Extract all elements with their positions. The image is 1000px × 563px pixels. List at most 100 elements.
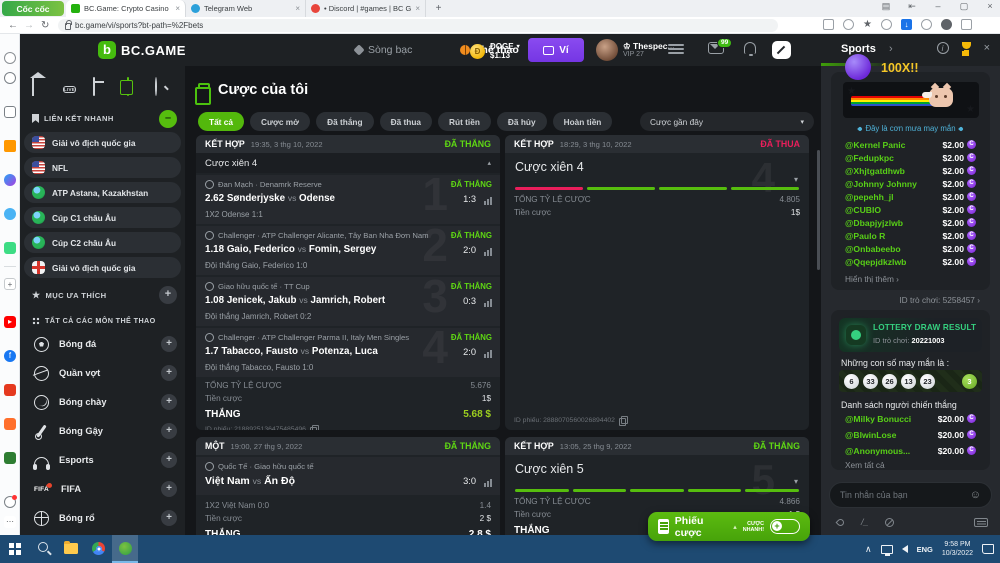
brand-name[interactable]: BC.GAME xyxy=(121,43,186,58)
quick-link-item[interactable]: Giải vô địch quốc gia xyxy=(24,257,181,278)
expand-button[interactable] xyxy=(161,394,177,410)
stats-icon[interactable] xyxy=(484,350,492,358)
app-icon-red[interactable] xyxy=(4,384,16,396)
expand-icon[interactable] xyxy=(794,477,798,486)
copy-icon[interactable] xyxy=(619,416,627,425)
bcgame-logo-icon[interactable]: b xyxy=(98,41,116,59)
lottery-winner-row[interactable]: @BIwinLose$20.00C xyxy=(845,428,976,441)
profile-avatar-icon[interactable] xyxy=(941,19,952,30)
filter-won[interactable]: Đã thắng xyxy=(316,112,374,131)
combo-row[interactable]: Cược xiên 4 xyxy=(196,153,500,173)
lock-icon[interactable] xyxy=(65,23,71,30)
wallet-button[interactable]: Ví xyxy=(528,38,584,62)
share-icon[interactable] xyxy=(843,19,854,30)
quick-link-item[interactable]: ATP Astana, Kazakhstan xyxy=(24,182,181,203)
settings-gear-icon[interactable] xyxy=(4,52,16,64)
live-icon[interactable]: LIVE xyxy=(63,86,76,93)
notifications-bell-icon[interactable] xyxy=(4,496,16,508)
download-extension-icon[interactable]: ↓ xyxy=(901,19,912,30)
chat-message-field[interactable] xyxy=(840,490,960,500)
quick-bet-toggle[interactable] xyxy=(770,519,800,534)
send-to-device-icon[interactable] xyxy=(906,1,918,12)
my-bets-icon[interactable] xyxy=(127,77,129,96)
tab-discord[interactable]: • Discord | #games | BC G xyxy=(306,0,426,17)
lottery-winner-row[interactable]: @Anonymous...$20.00C xyxy=(845,444,976,457)
home-icon[interactable] xyxy=(32,78,34,96)
crown-icon[interactable] xyxy=(4,140,16,152)
sidebar-item-tennis[interactable]: Quần vợt xyxy=(20,361,185,385)
add-favorite-button[interactable] xyxy=(159,286,177,304)
copy-icon[interactable] xyxy=(310,425,318,430)
refresh-button[interactable] xyxy=(41,19,49,32)
coccoc-taskbar-icon[interactable] xyxy=(112,535,138,563)
tab-bcgame[interactable]: BC.Game: Crypto Casino Gan xyxy=(66,0,186,17)
chat-to-earn-icon[interactable] xyxy=(772,41,791,59)
collapse-quick-links-button[interactable] xyxy=(159,110,177,128)
currency-selector[interactable]: Đ DOGE $1.13 xyxy=(470,42,520,60)
maximize-button[interactable] xyxy=(958,1,970,12)
quick-link-item[interactable]: Cúp C1 châu Âu xyxy=(24,207,181,228)
chevron-right-icon[interactable] xyxy=(889,43,893,55)
quick-link-item[interactable]: Giải vô địch quốc gia xyxy=(24,132,181,153)
sort-dropdown[interactable]: Cược gần đây xyxy=(640,112,814,131)
quick-link-item[interactable]: NFL xyxy=(24,157,181,178)
newsfeed-icon[interactable] xyxy=(4,106,16,118)
emoji-icon[interactable] xyxy=(970,489,981,501)
search-icon[interactable] xyxy=(155,77,157,96)
lottery-result-card[interactable]: LOTTERY DRAW RESULT ID trò chơi: 2022100… xyxy=(839,318,982,352)
action-center-icon[interactable] xyxy=(982,544,994,554)
shopping-icon[interactable] xyxy=(4,418,16,430)
rules-icon[interactable] xyxy=(885,518,894,527)
expand-button[interactable] xyxy=(161,481,177,497)
tab-telegram[interactable]: Telegram Web xyxy=(186,0,306,17)
stats-icon[interactable] xyxy=(484,299,492,307)
bet-slip-button[interactable]: Phiếu cược CƯỢCNHANH! xyxy=(648,512,810,541)
keyboard-icon[interactable] xyxy=(974,518,988,527)
rain-icon[interactable] xyxy=(836,518,846,528)
rain-winner-row[interactable]: @Johnny Johnny$2.00C xyxy=(845,177,976,190)
sidebar-item-cricket[interactable]: Bóng Gậy xyxy=(20,419,185,443)
file-explorer-icon[interactable] xyxy=(64,543,78,554)
facebook-icon[interactable]: f xyxy=(4,350,16,362)
sidebar-item-fifa[interactable]: FIFA FIFA xyxy=(20,477,185,501)
rain-winner-row[interactable]: @Xhjtgatdhwb$2.00C xyxy=(845,164,976,177)
bookmark-star-icon[interactable] xyxy=(863,19,872,30)
leaderboard-icon[interactable] xyxy=(668,42,684,56)
user-avatar[interactable] xyxy=(596,39,618,61)
network-icon[interactable] xyxy=(881,545,893,554)
filter-all[interactable]: Tất cả xyxy=(198,112,244,131)
expand-icon[interactable] xyxy=(794,175,798,184)
tab-close-icon[interactable] xyxy=(175,4,180,13)
chrome-icon[interactable] xyxy=(92,542,105,555)
lottery-winner-row[interactable]: @Milky Bonucci$20.00C xyxy=(845,412,976,425)
rain-winner-row[interactable]: @Onbabeebo$2.00C xyxy=(845,242,976,255)
taskbar-search-icon[interactable] xyxy=(38,542,48,552)
rain-winner-row[interactable]: @Kernel Panic$2.00C xyxy=(845,138,976,151)
expand-button[interactable] xyxy=(161,423,177,439)
filter-lost[interactable]: Đã thua xyxy=(380,112,432,131)
filter-cancelled[interactable]: Đã hủy xyxy=(497,112,547,131)
trophy-icon[interactable] xyxy=(961,42,972,54)
expand-button[interactable] xyxy=(161,510,177,526)
view-all-link[interactable]: Xem tất cả xyxy=(845,460,885,470)
rain-winner-row[interactable]: @Dbapjyjzlwb$2.00C xyxy=(845,216,976,229)
calendar-icon[interactable] xyxy=(93,77,95,96)
bet-card-combo-won[interactable]: KẾT HỢP 19:35, 3 thg 10, 2022 ĐÃ THẮNG C… xyxy=(196,135,500,430)
collapse-icon[interactable] xyxy=(487,159,491,167)
rain-winner-row[interactable]: @Fedupkpc$2.00C xyxy=(845,151,976,164)
extension-icon[interactable] xyxy=(921,19,932,30)
start-button[interactable] xyxy=(9,543,21,555)
show-more-link[interactable]: Hiển thị thêm › xyxy=(845,274,899,284)
clock[interactable]: 9:58 PM10/3/2022 xyxy=(942,540,973,558)
rain-winner-row[interactable]: @Qqepjdkzlwb$2.00C xyxy=(845,255,976,268)
messenger-icon[interactable] xyxy=(4,174,16,186)
coccoc-logo[interactable]: Cốc cốc xyxy=(2,1,64,16)
bet-card-single-won[interactable]: MỘT 19:00, 27 thg 9, 2022 ĐÃ THẮNG Quốc … xyxy=(196,437,500,547)
url-field[interactable]: bc.game/vi/sports?bt-path=%2Fbets xyxy=(58,19,778,32)
app-icon-green[interactable] xyxy=(4,452,16,464)
history-icon[interactable] xyxy=(4,72,16,84)
filter-open[interactable]: Cược mở xyxy=(250,112,310,131)
scrollbar[interactable] xyxy=(817,150,820,270)
info-icon[interactable]: i xyxy=(937,42,949,54)
bet-card-combo-lost[interactable]: KẾT HỢP 18:29, 3 thg 10, 2022 ĐÃ THUA Cư… xyxy=(505,135,809,430)
